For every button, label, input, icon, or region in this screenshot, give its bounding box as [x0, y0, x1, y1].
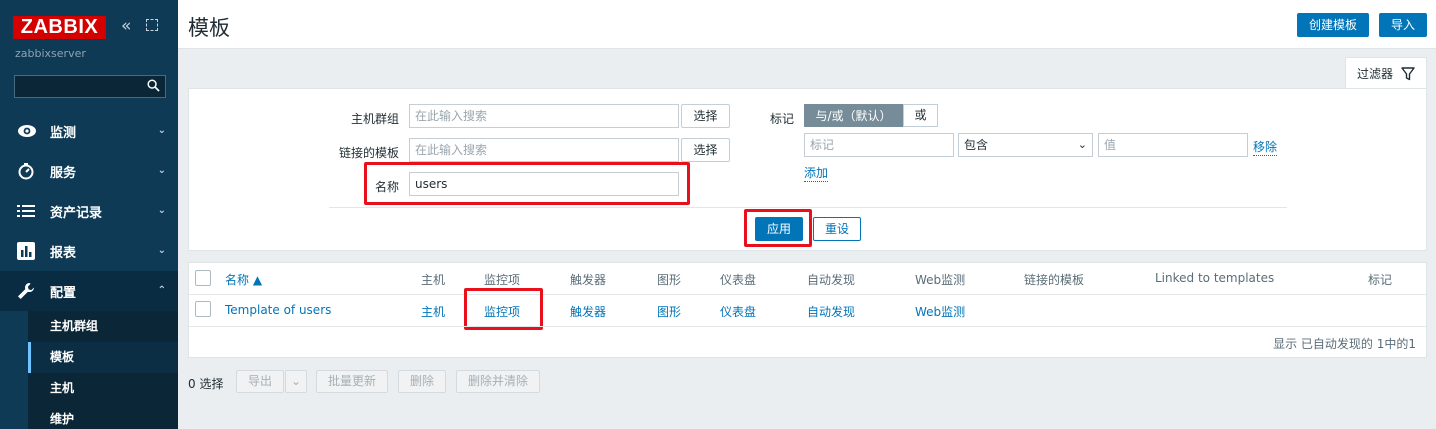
- row-divider: [189, 326, 1426, 327]
- collapse-sidebar-icon[interactable]: «: [121, 16, 131, 36]
- configuration-submenu: 主机群组 模板 主机 维护: [28, 311, 178, 429]
- linked-templates-label: 链接的模板: [338, 146, 399, 160]
- kiosk-mode-icon[interactable]: [146, 19, 158, 31]
- page-title: 模板: [188, 16, 230, 40]
- column-hosts: 主机: [421, 273, 446, 287]
- tags-and-or-toggle[interactable]: 与/或（默认）: [804, 104, 903, 127]
- tag-name-input[interactable]: 标记: [804, 133, 954, 157]
- create-template-button[interactable]: 创建模板: [1297, 13, 1369, 37]
- host-groups-select-button[interactable]: 选择: [681, 104, 730, 128]
- chevron-down-icon: ⌄: [290, 374, 302, 388]
- linked-templates-input[interactable]: 在此输入搜索: [409, 138, 679, 162]
- chevron-down-icon: ⌄: [157, 165, 166, 176]
- chevron-down-icon: ⌄: [157, 125, 166, 136]
- menu-label: 报表: [50, 245, 77, 261]
- column-dashboards: 仪表盘: [720, 273, 757, 287]
- chevron-down-icon: ⌄: [157, 245, 166, 256]
- select-all-checkbox[interactable]: [195, 270, 211, 286]
- row-checkbox[interactable]: [195, 301, 211, 317]
- column-linked-to: Linked to templates: [1155, 271, 1275, 285]
- web-link[interactable]: Web监测: [915, 303, 965, 320]
- filter-tab[interactable]: 过滤器: [1345, 57, 1427, 89]
- menu-configuration[interactable]: 配置 ⌃: [0, 271, 178, 311]
- column-discovery: 自动发现: [807, 273, 856, 287]
- column-tags: 标记: [1368, 273, 1393, 287]
- menu-services[interactable]: 服务 ⌄: [0, 151, 178, 191]
- header-divider: [189, 294, 1426, 295]
- menu-reports[interactable]: 报表 ⌄: [0, 231, 178, 271]
- menu-monitoring[interactable]: 监测 ⌄: [0, 111, 178, 151]
- hosts-link[interactable]: 主机: [421, 303, 445, 320]
- dashboards-link[interactable]: 仪表盘: [720, 303, 756, 320]
- template-name-link[interactable]: Template of users: [225, 303, 331, 317]
- column-triggers: 触发器: [570, 273, 607, 287]
- submenu-host-groups[interactable]: 主机群组: [28, 311, 178, 342]
- export-button[interactable]: 导出: [236, 370, 284, 393]
- delete-and-clear-button[interactable]: 删除并清除: [456, 370, 540, 393]
- tag-operator-value: 包含: [964, 138, 989, 152]
- tag-operator-select[interactable]: 包含 ⌄: [958, 133, 1093, 157]
- triggers-link[interactable]: 触发器: [570, 303, 606, 320]
- remove-tag-link[interactable]: 移除: [1253, 138, 1278, 156]
- host-groups-label: 主机群组: [350, 112, 399, 126]
- chevron-down-icon: ⌄: [157, 205, 166, 216]
- chevron-down-icon: ⌄: [1077, 138, 1087, 151]
- page-header: 模板 创建模板 导入: [178, 0, 1436, 49]
- filter-icon: [1401, 66, 1415, 80]
- graphs-link[interactable]: 图形: [657, 303, 681, 320]
- menu-label: 资产记录: [50, 205, 103, 221]
- linked-templates-select-button[interactable]: 选择: [681, 138, 730, 162]
- discovery-link[interactable]: 自动发现: [807, 303, 855, 320]
- highlight-items-link: [464, 288, 543, 330]
- table-footer-count: 显示 已自动发现的 1中的1: [1273, 337, 1416, 351]
- reset-button[interactable]: 重设: [813, 217, 861, 241]
- submenu-templates[interactable]: 模板: [28, 342, 178, 373]
- delete-button[interactable]: 删除: [398, 370, 446, 393]
- menu-label: 服务: [50, 165, 77, 181]
- eye-icon: [0, 124, 50, 138]
- menu-label: 配置: [50, 285, 77, 301]
- mass-update-button[interactable]: 批量更新: [316, 370, 388, 393]
- wrench-icon: [0, 282, 50, 300]
- menu-label: 监测: [50, 125, 77, 141]
- tags-or-toggle[interactable]: 或: [903, 104, 938, 127]
- list-icon: [0, 204, 50, 218]
- export-dropdown-button[interactable]: ⌄: [285, 370, 307, 393]
- filter-panel: 主机群组 在此输入搜索 选择 链接的模板 在此输入搜索 选择 名称 users …: [188, 88, 1427, 251]
- sidebar: ZABBIX « zabbixserver 监测 ⌄ 服务 ⌄ 资产记录 ⌄ 报…: [0, 0, 178, 429]
- filter-tab-label: 过滤器: [1356, 67, 1393, 81]
- sidebar-search-input[interactable]: [14, 75, 166, 98]
- tag-value-input[interactable]: 值: [1098, 133, 1248, 157]
- server-name: zabbixserver: [15, 47, 86, 60]
- highlight-name-field: [364, 162, 690, 205]
- host-groups-input[interactable]: 在此输入搜索: [409, 104, 679, 128]
- search-icon[interactable]: [147, 79, 160, 92]
- tags-label: 标记: [769, 112, 794, 126]
- submenu-maintenance[interactable]: 维护: [28, 404, 178, 429]
- bar-chart-icon: [0, 242, 50, 260]
- highlight-apply-button: [744, 209, 812, 247]
- chevron-up-icon: ⌃: [157, 285, 166, 296]
- import-button[interactable]: 导入: [1379, 13, 1427, 37]
- menu-inventory[interactable]: 资产记录 ⌄: [0, 191, 178, 231]
- templates-table: 名称 ▲ 主机 监控项 触发器 图形 仪表盘 自动发现 Web监测 链接的模板 …: [188, 262, 1427, 358]
- column-linked-templates: 链接的模板: [1024, 273, 1085, 287]
- selected-count: 0 选择: [188, 377, 224, 391]
- submenu-hosts[interactable]: 主机: [28, 373, 178, 404]
- zabbix-logo[interactable]: ZABBIX: [13, 16, 106, 39]
- column-web: Web监测: [915, 273, 966, 287]
- column-items: 监控项: [484, 273, 521, 287]
- filter-divider: [329, 207, 1287, 208]
- column-graphs: 图形: [657, 273, 682, 287]
- column-name[interactable]: 名称 ▲: [225, 271, 262, 288]
- add-tag-link[interactable]: 添加: [804, 164, 829, 182]
- timer-icon: [0, 162, 50, 180]
